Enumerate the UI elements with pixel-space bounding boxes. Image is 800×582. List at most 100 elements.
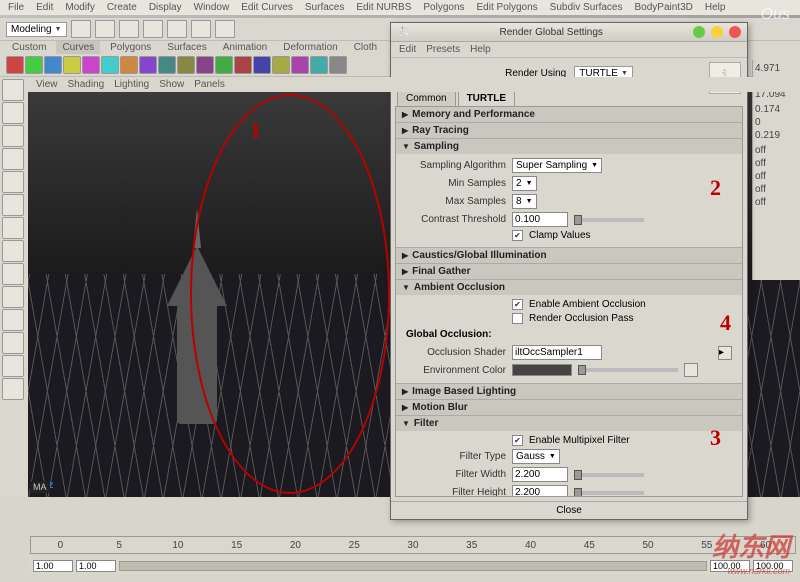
tool-button[interactable] [2,240,24,262]
shelf-icon[interactable] [82,56,100,74]
view-menu-shading[interactable]: Shading [68,79,105,90]
tool-button[interactable] [2,79,24,101]
toolbox[interactable] [0,77,28,497]
env-map-button[interactable] [684,363,698,377]
shelf-icon[interactable] [215,56,233,74]
tool-button[interactable] [2,309,24,331]
env-color-slider[interactable] [578,368,678,372]
menu-edit curves[interactable]: Edit Curves [241,2,293,13]
shelf-tab-custom[interactable]: Custom [6,41,52,54]
tool-button[interactable] [2,148,24,170]
shelf-tab-surfaces[interactable]: Surfaces [161,41,212,54]
enable-ao-checkbox[interactable]: ✔ [512,299,523,310]
channel-box[interactable]: 4.9717.55717.0940.17400.219offoffoffoffo… [752,60,800,280]
view-menu-lighting[interactable]: Lighting [114,79,149,90]
section-filter-header[interactable]: ▼Filter [396,416,742,431]
shelf-icon[interactable] [101,56,119,74]
channel-value[interactable]: off [755,183,798,196]
section-ibl[interactable]: ▶Image Based Lighting [396,384,742,399]
view-menu-panels[interactable]: Panels [194,79,225,90]
viewport-menu[interactable]: View Shading Lighting Show Panels [28,77,800,92]
section-memory[interactable]: ▶Memory and Performance [396,107,742,122]
tool-button[interactable] [2,332,24,354]
toolbar-icon[interactable] [119,20,139,38]
shelf-tab-curves[interactable]: Curves [56,41,100,54]
range-end-input[interactable] [753,560,793,572]
close-window-button[interactable] [729,26,741,38]
close-button[interactable]: Close [391,501,747,519]
channel-value[interactable]: off [755,157,798,170]
menu-edit[interactable]: Edit [36,2,53,13]
shelf-icon[interactable] [234,56,252,74]
channel-value[interactable]: off [755,170,798,183]
filter-width-slider[interactable] [574,473,644,477]
menu-edit polygons[interactable]: Edit Polygons [477,2,538,13]
maximize-button[interactable] [711,26,723,38]
menu-bodypaint3d[interactable]: BodyPaint3D [635,2,693,13]
view-menu-show[interactable]: Show [159,79,184,90]
tool-button[interactable] [2,286,24,308]
min-samples-dropdown[interactable]: 2 [512,176,537,191]
menu-help[interactable]: Help [705,2,726,13]
tool-button[interactable] [2,378,24,400]
shelf-tab-cloth[interactable]: Cloth [348,41,383,54]
timeline[interactable]: 051015202530354045505560 [30,536,796,554]
tool-button[interactable] [2,102,24,124]
shelf-icon[interactable] [6,56,24,74]
shelf-icon[interactable] [177,56,195,74]
clamp-checkbox[interactable]: ✔ [512,230,523,241]
channel-value[interactable]: 0.174 [755,103,798,116]
filter-height-input[interactable] [512,485,568,497]
occlusion-shader-input[interactable] [512,345,602,360]
channel-value[interactable]: off [755,144,798,157]
menu-window[interactable]: Window [194,2,230,13]
menu-edit nurbs[interactable]: Edit NURBS [356,2,411,13]
range-slider[interactable] [30,558,796,574]
shelf-icon[interactable] [329,56,347,74]
channel-value[interactable]: 4.971 [755,62,798,75]
section-motionblur[interactable]: ▶Motion Blur [396,400,742,415]
render-ao-pass-checkbox[interactable] [512,313,523,324]
range-start-input[interactable] [33,560,73,572]
shelf-icon[interactable] [25,56,43,74]
shelf-icon[interactable] [139,56,157,74]
max-samples-dropdown[interactable]: 8 [512,194,537,209]
sampling-algo-dropdown[interactable]: Super Sampling [512,158,602,173]
menu-display[interactable]: Display [149,2,182,13]
toolbar-icon[interactable] [215,20,235,38]
minimize-button[interactable] [693,26,705,38]
shelf-icon[interactable] [272,56,290,74]
shelf-tab-polygons[interactable]: Polygons [104,41,157,54]
shelf-icon[interactable] [310,56,328,74]
shelf-icon[interactable] [158,56,176,74]
tool-button[interactable] [2,263,24,285]
tool-button[interactable] [2,194,24,216]
shelf-icon[interactable] [44,56,62,74]
contrast-input[interactable] [512,212,568,227]
channel-value[interactable]: off [755,196,798,209]
toolbar-icon[interactable] [191,20,211,38]
tool-button[interactable] [2,125,24,147]
shelf-tab-deformation[interactable]: Deformation [277,41,343,54]
view-menu-view[interactable]: View [36,79,58,90]
filter-height-slider[interactable] [574,491,644,495]
toolbar-icon[interactable] [71,20,91,38]
toolbar-icon[interactable] [167,20,187,38]
section-raytracing[interactable]: ▶Ray Tracing [396,123,742,138]
shader-map-button[interactable]: ▸ [718,346,732,360]
menu-create[interactable]: Create [107,2,137,13]
filter-type-dropdown[interactable]: Gauss [512,449,560,464]
menu-file[interactable]: File [8,2,24,13]
mode-dropdown[interactable]: Modeling [6,22,67,37]
main-menubar[interactable]: FileEditModifyCreateDisplayWindowEdit Cu… [0,0,800,15]
toolbar-icon[interactable] [95,20,115,38]
filter-width-input[interactable] [512,467,568,482]
shelf-icon[interactable] [291,56,309,74]
shelf-icon[interactable] [63,56,81,74]
section-finalgather[interactable]: ▶Final Gather [396,264,742,279]
shelf-tab-animation[interactable]: Animation [217,41,273,54]
dialog-titlebar[interactable]: 🐇 Render Global Settings [391,23,747,42]
enable-filter-checkbox[interactable]: ✔ [512,435,523,446]
range-track[interactable] [119,561,707,571]
dialog-body[interactable]: ▶Memory and Performance ▶Ray Tracing ▼Sa… [395,106,743,497]
